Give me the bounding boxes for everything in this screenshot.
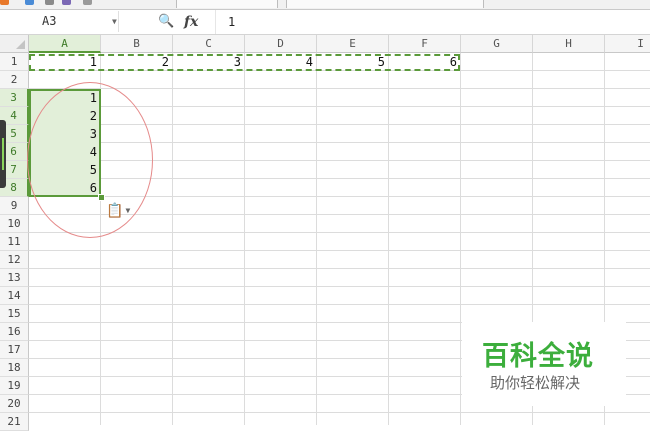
column-header-h[interactable]: H	[533, 35, 605, 53]
row-header-17[interactable]: 17	[0, 341, 29, 359]
print-preview-icon[interactable]	[62, 0, 71, 5]
cell-b1[interactable]: 2	[101, 53, 171, 71]
fx-icon[interactable]: fx	[184, 12, 198, 32]
cell-e1[interactable]: 5	[317, 53, 387, 71]
zoom-lookup-icon[interactable]: 🔍	[158, 12, 174, 32]
print-icon[interactable]	[45, 0, 54, 5]
row-header-19[interactable]: 19	[0, 377, 29, 395]
row-header-15[interactable]: 15	[0, 305, 29, 323]
row-header-11[interactable]: 11	[0, 233, 29, 251]
column-header-d[interactable]: D	[245, 35, 317, 53]
column-header-c[interactable]: C	[173, 35, 245, 53]
row-header-10[interactable]: 10	[0, 215, 29, 233]
row-header-14[interactable]: 14	[0, 287, 29, 305]
side-panel-handle[interactable]	[0, 120, 6, 188]
column-header-a[interactable]: A	[29, 35, 101, 53]
save-icon[interactable]	[25, 0, 34, 5]
column-header-i[interactable]: I	[605, 35, 650, 53]
column-header-b[interactable]: B	[101, 35, 173, 53]
name-box[interactable]: A3 ▼	[12, 11, 119, 32]
quick-access-toolbar	[0, 0, 650, 10]
column-header-e[interactable]: E	[317, 35, 389, 53]
row-header-2[interactable]: 2	[0, 71, 29, 89]
row-header-12[interactable]: 12	[0, 251, 29, 269]
row-header-21[interactable]: 21	[0, 413, 29, 431]
watermark-subtitle: 助你轻松解决	[490, 374, 581, 392]
formula-bar: A3 ▼ 🔍 fx 1	[0, 10, 650, 35]
red-annotation-ellipse	[27, 82, 153, 238]
row-header-1[interactable]: 1	[0, 53, 29, 71]
app-menu-icon[interactable]	[0, 0, 9, 5]
chevron-down-icon[interactable]: ▼	[112, 11, 117, 32]
formula-input[interactable]: 1	[215, 10, 650, 34]
select-all-corner[interactable]	[0, 35, 29, 53]
cell-a1[interactable]: 1	[29, 53, 99, 71]
watermark-title: 百科全说	[482, 341, 594, 372]
row-header-18[interactable]: 18	[0, 359, 29, 377]
row-header-16[interactable]: 16	[0, 323, 29, 341]
row-header-20[interactable]: 20	[0, 395, 29, 413]
cell-d1[interactable]: 4	[245, 53, 315, 71]
watermark: 百科全说 助你轻松解决	[462, 322, 626, 406]
cell-f1[interactable]: 6	[389, 53, 459, 71]
row-header-13[interactable]: 13	[0, 269, 29, 287]
column-header-g[interactable]: G	[461, 35, 533, 53]
column-header-f[interactable]: F	[389, 35, 461, 53]
row-header-3[interactable]: 3	[0, 89, 29, 107]
row-header-9[interactable]: 9	[0, 197, 29, 215]
name-box-value: A3	[42, 14, 57, 28]
document-tab-2[interactable]	[286, 0, 484, 8]
undo-icon[interactable]	[83, 0, 92, 5]
document-tab-1[interactable]	[176, 0, 278, 8]
cell-c1[interactable]: 3	[173, 53, 243, 71]
